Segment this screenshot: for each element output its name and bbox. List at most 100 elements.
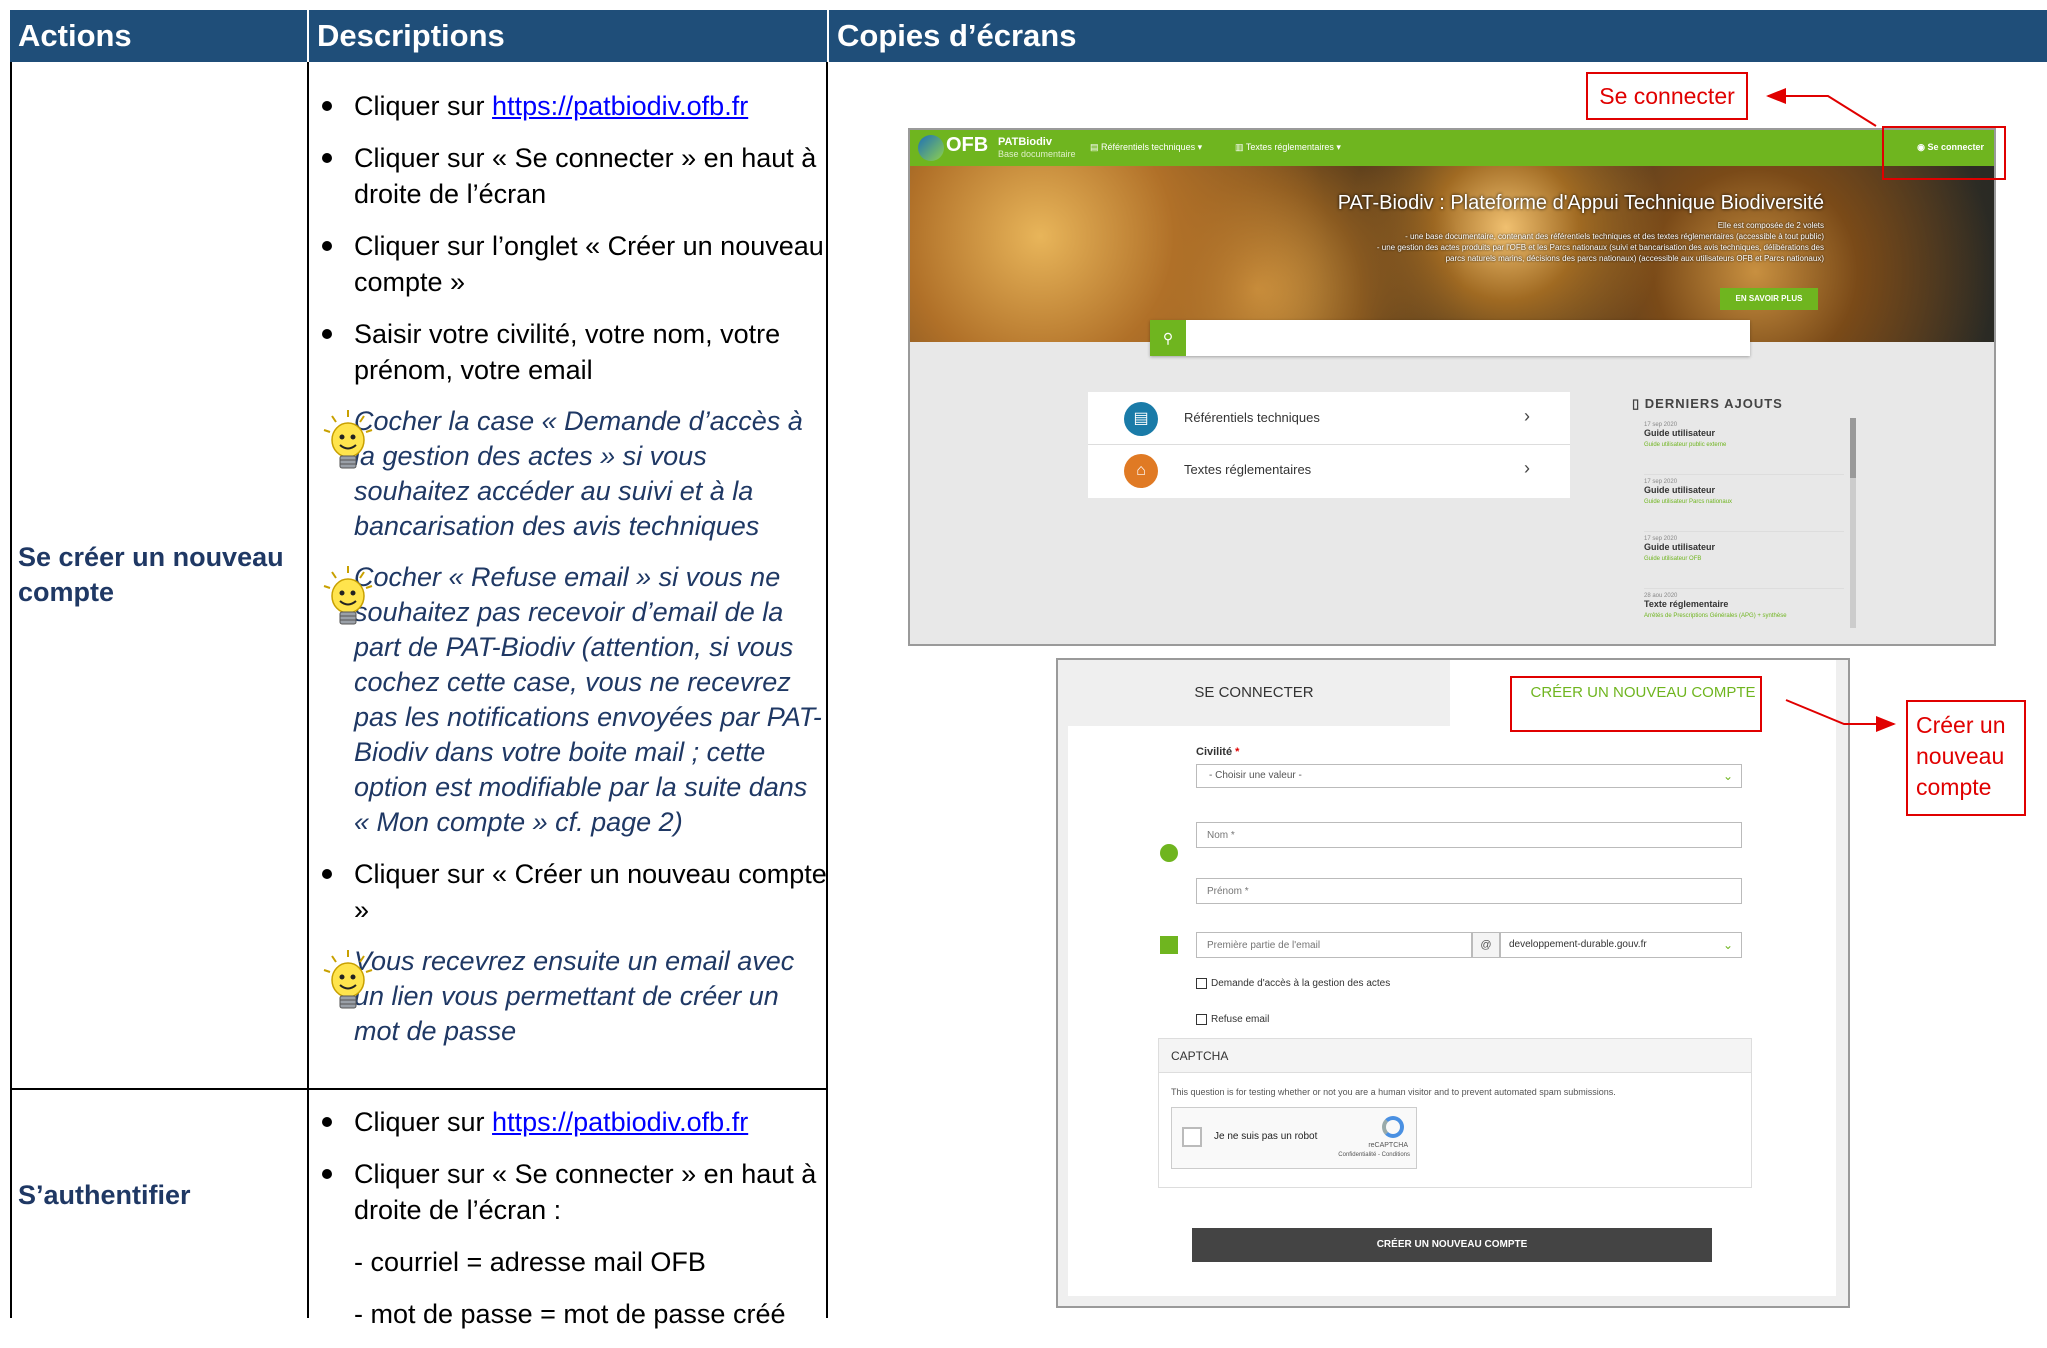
email-prefix-input[interactable] [1196, 932, 1472, 958]
site-link[interactable]: https://patbiodiv.ofb.fr [492, 91, 748, 121]
create-account-button[interactable]: CRÉER UN NOUVEAU COMPTE [1192, 1228, 1712, 1262]
row-divider [10, 1088, 828, 1090]
tab-se-connecter[interactable]: SE CONNECTER [1058, 660, 1450, 726]
latest-date: 28 aou 2020 [1644, 593, 1678, 599]
first-name-input[interactable] [1196, 878, 1742, 904]
search-icon[interactable]: ⚲ [1150, 320, 1186, 356]
latest-item[interactable]: 17 sep 2020 Guide utilisateur Guide utilis… [1644, 418, 1844, 475]
last-name-input[interactable] [1196, 822, 1742, 848]
recaptcha-checkbox[interactable] [1182, 1127, 1202, 1147]
card-label: Référentiels techniques [1184, 410, 1320, 425]
chevron-right-icon: › [1524, 458, 1530, 478]
search-bar[interactable]: ⚲ [1150, 320, 1750, 356]
callout-creer-compte: Créer un nouveau compte [1906, 700, 2026, 816]
list-item: Cliquer sur https://patbiodiv.ofb.fr [318, 88, 828, 124]
chevron-right-icon: › [1524, 406, 1530, 426]
chevron-down-icon: ⌄ [1722, 938, 1733, 952]
action-authenticate: S’authentifier [18, 1180, 191, 1210]
select-value: - Choisir une valeur - [1209, 770, 1302, 781]
hero-text: Elle est composée de 2 volets - une base… [1264, 220, 1824, 264]
recaptcha-brand: reCAPTCHA [1368, 1142, 1408, 1149]
latest-date: 17 sep 2020 [1644, 536, 1678, 542]
recaptcha-links[interactable]: Confidentialité - Conditions [1338, 1152, 1410, 1158]
at-sign: @ [1472, 932, 1500, 958]
civility-select[interactable]: - Choisir une valeur - ⌄ [1196, 764, 1742, 788]
latest-date: 17 sep 2020 [1644, 422, 1678, 428]
nav-referentiels[interactable]: ▤ Référentiels techniques ▾ [1090, 142, 1202, 153]
checkbox-box[interactable] [1196, 1014, 1207, 1025]
latest-date: 17 sep 2020 [1644, 479, 1678, 485]
latest-item[interactable]: 17 sep 2020 Guide utilisateur Guide utilis… [1644, 475, 1844, 532]
file-icon: ▯ [1632, 396, 1641, 411]
document-table: Actions Descriptions Copies d’écrans Se … [10, 10, 2047, 1329]
action-create-account: Se créer un nouveau compte [18, 542, 284, 607]
form-panel: Civilité * - Choisir une valeur - ⌄ @ dev… [1068, 726, 1836, 1296]
tip-item: Vous recevrez ensuite un email avec un l… [318, 944, 828, 1049]
category-cards: ▤ Référentiels techniques › ⌂ Textes rég… [1088, 392, 1570, 498]
latest-item-title: Texte réglementaire [1644, 599, 1729, 609]
latest-list: 17 sep 2020 Guide utilisateur Guide utilis… [1644, 418, 1844, 644]
nav-label: Textes réglementaires [1245, 142, 1334, 152]
header-screens: Copies d’écrans [827, 10, 2047, 62]
latest-item[interactable]: 17 sep 2020 Guide utilisateur Guide utilis… [1644, 532, 1844, 589]
checkbox-label: Demande d'accès à la gestion des actes [1211, 978, 1391, 990]
hero-line: Elle est composée de 2 volets [1717, 221, 1824, 230]
latest-item[interactable]: 28 aou 2020 Texte réglementaire Arrêtés de… [1644, 589, 1844, 644]
checkbox-box[interactable] [1196, 978, 1207, 989]
hero-line: - une gestion des actes produits par l'O… [1376, 243, 1824, 252]
card-referentiels[interactable]: ▤ Référentiels techniques › [1088, 392, 1570, 445]
site-navbar: OFB PATBiodiv Base documentaire ▤ Référe… [910, 130, 1994, 166]
building-icon [1160, 936, 1178, 954]
civility-label: Civilité * [1196, 746, 1239, 758]
hero-line: - une base documentaire, contenant des r… [1405, 232, 1824, 241]
list-item: Cliquer sur https://patbiodiv.ofb.fr [318, 1104, 828, 1140]
access-request-checkbox[interactable]: Demande d'accès à la gestion des actes [1196, 978, 1390, 989]
tip-text: Cocher « Refuse email » si vous ne souha… [354, 562, 822, 837]
latest-item-sub: Guide utilisateur Parcs nationaux [1644, 499, 1733, 505]
hero-title: PAT-Biodiv : Plateforme d'Appui Techniqu… [1337, 192, 1824, 214]
user-icon [1160, 844, 1178, 862]
checkbox-label: Refuse email [1211, 1014, 1270, 1026]
latest-item-title: Guide utilisateur [1644, 542, 1716, 552]
highlight-create-tab [1510, 676, 1762, 732]
lightbulb-icon [323, 950, 373, 1009]
domain-select[interactable]: developpement-durable.gouv.fr ⌄ [1500, 932, 1742, 958]
latest-title-text: DERNIERS AJOUTS [1644, 396, 1783, 411]
lightbulb-icon [323, 410, 373, 469]
hero-banner: PAT-Biodiv : Plateforme d'Appui Techniqu… [910, 166, 1994, 342]
list-item: Cliquer sur l’onglet « Créer un nouveau … [318, 228, 828, 300]
scrollbar[interactable] [1850, 418, 1856, 628]
sub-item: - courriel = adresse mail OFB [354, 1247, 706, 1277]
step-text: Cliquer sur [354, 91, 493, 121]
create-account-screenshot: SE CONNECTER CRÉER UN NOUVEAU COMPTE Civ… [1056, 658, 1850, 1308]
institution-icon: ⌂ [1124, 454, 1158, 488]
learn-more-button[interactable]: EN SAVOIR PLUS [1720, 288, 1818, 310]
header-descriptions: Descriptions [307, 10, 827, 62]
ofb-logo-icon [918, 135, 944, 161]
tip-text: Vous recevrez ensuite un email avec un l… [354, 946, 795, 1046]
header-actions: Actions [10, 10, 307, 62]
brand-name: PATBiodiv [998, 136, 1052, 148]
label-text: Civilité [1196, 746, 1233, 758]
latest-item-title: Guide utilisateur [1644, 485, 1716, 495]
callout-se-connecter: Se connecter [1586, 72, 1748, 120]
tip-item: Cocher la case « Demande d’accès à la ge… [318, 404, 828, 544]
hero-line: parcs naturels marins, décisions des par… [1445, 254, 1824, 263]
card-label: Textes réglementaires [1184, 462, 1312, 477]
robot-label: Je ne suis pas un robot [1214, 1131, 1318, 1142]
authenticate-steps: Cliquer sur https://patbiodiv.ofb.fr Cli… [318, 1104, 828, 1348]
nav-textes[interactable]: ▥ Textes réglementaires ▾ [1235, 142, 1341, 153]
card-textes[interactable]: ⌂ Textes réglementaires › [1088, 445, 1570, 497]
site-link[interactable]: https://patbiodiv.ofb.fr [492, 1107, 748, 1137]
list-item: Cliquer sur « Créer un nouveau compte » [318, 856, 828, 928]
captcha-text: This question is for testing whether or … [1171, 1087, 1616, 1097]
recaptcha-logo-icon [1382, 1116, 1404, 1138]
arrow-se-connecter [1766, 88, 1877, 127]
required-mark: * [1235, 746, 1240, 758]
latest-panel: ▯ DERNIERS AJOUTS 17 sep 2020 Guide utili… [1622, 392, 1858, 644]
refuse-email-checkbox[interactable]: Refuse email [1196, 1014, 1269, 1025]
highlight-login [1882, 126, 2006, 180]
recaptcha-widget: Je ne suis pas un robot reCAPTCHA Confid… [1171, 1107, 1417, 1169]
ofb-logo-text: OFB [946, 134, 989, 156]
list-item: Saisir votre civilité, votre nom, votre … [318, 316, 828, 388]
